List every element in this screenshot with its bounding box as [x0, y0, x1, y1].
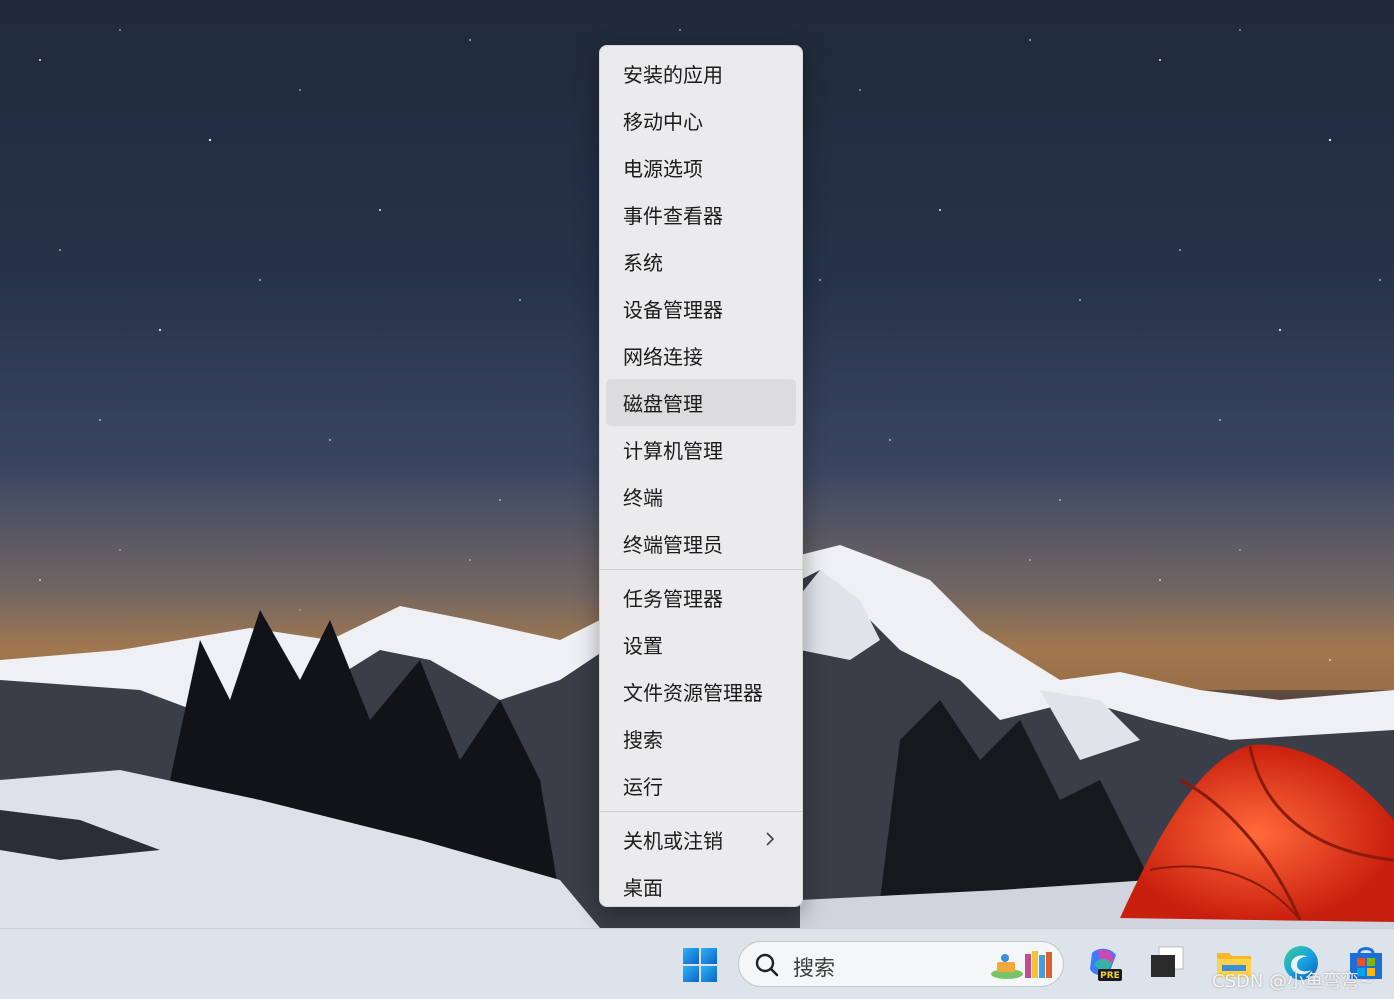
- menu-item-file-explorer[interactable]: 文件资源管理器: [606, 668, 796, 715]
- svg-text:PRE: PRE: [1100, 971, 1120, 981]
- menu-item-terminal[interactable]: 终端: [606, 473, 796, 520]
- search-highlight-books-icon: [991, 951, 1052, 979]
- menu-item-search[interactable]: 搜索: [606, 715, 796, 762]
- menu-item-terminal-admin[interactable]: 终端管理员: [606, 520, 796, 567]
- menu-item-disk-management[interactable]: 磁盘管理: [606, 379, 796, 426]
- menu-item-device-manager[interactable]: 设备管理器: [606, 285, 796, 332]
- menu-item-power-options[interactable]: 电源选项: [606, 144, 796, 191]
- menu-item-desktop[interactable]: 桌面: [606, 863, 796, 910]
- menu-separator: [600, 569, 802, 570]
- start-button[interactable]: [680, 945, 720, 985]
- menu-separator: [600, 811, 802, 812]
- menu-item-network-connections[interactable]: 网络连接: [606, 332, 796, 379]
- menu-item-settings[interactable]: 设置: [606, 621, 796, 668]
- menu-item-installed-apps[interactable]: 安装的应用: [606, 50, 796, 97]
- winx-context-menu: 安装的应用 移动中心 电源选项 事件查看器 系统 设备管理器 网络连接 磁盘管理…: [599, 45, 803, 907]
- taskbar-search-box[interactable]: 搜索: [738, 941, 1064, 987]
- menu-item-computer-management[interactable]: 计算机管理: [606, 426, 796, 473]
- chevron-right-icon: [766, 832, 775, 846]
- menu-item-shutdown-signout[interactable]: 关机或注销: [606, 816, 796, 863]
- taskbar: 搜索 PRE CSDN @小鱼弯弯~: [0, 928, 1394, 999]
- menu-item-system[interactable]: 系统: [606, 238, 796, 285]
- csdn-watermark: CSDN @小鱼弯弯~: [1212, 971, 1375, 992]
- task-view-icon[interactable]: [1147, 943, 1187, 983]
- menu-item-run[interactable]: 运行: [606, 762, 796, 809]
- menu-item-event-viewer[interactable]: 事件查看器: [606, 191, 796, 238]
- copilot-pre-icon[interactable]: PRE: [1084, 943, 1124, 983]
- search-placeholder: 搜索: [793, 956, 835, 980]
- menu-item-mobility-center[interactable]: 移动中心: [606, 97, 796, 144]
- windows-start-icon: [683, 948, 717, 982]
- menu-item-task-manager[interactable]: 任务管理器: [606, 574, 796, 621]
- search-icon: [755, 953, 779, 977]
